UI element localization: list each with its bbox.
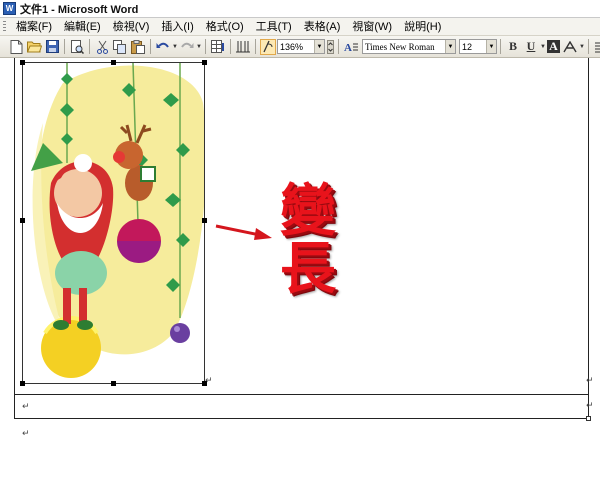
menu-window[interactable]: 視窗(W) bbox=[346, 18, 398, 36]
selection-handle[interactable] bbox=[20, 60, 25, 65]
toolbar-separator bbox=[64, 39, 65, 54]
table-row[interactable] bbox=[14, 394, 589, 419]
zoom-value: 136% bbox=[280, 41, 304, 52]
svg-text:A: A bbox=[344, 42, 352, 53]
word-icon[interactable]: W bbox=[3, 2, 16, 15]
selection-handle[interactable] bbox=[202, 381, 207, 386]
toolbar-separator bbox=[89, 39, 90, 54]
selection-handle[interactable] bbox=[111, 60, 116, 65]
font-size-dropdown-icon[interactable]: ▼ bbox=[486, 40, 496, 53]
title-bar: W 文件1 - Microsoft Word bbox=[0, 0, 600, 18]
font-size-value: 12 bbox=[462, 41, 473, 52]
annotation-text: 變 長 bbox=[276, 183, 340, 303]
cell-end-mark: ↵ bbox=[22, 402, 30, 412]
redo-dropdown-icon[interactable]: ▼ bbox=[196, 44, 202, 50]
toolbar-separator bbox=[338, 39, 339, 54]
show-formatting-icon[interactable] bbox=[260, 38, 276, 55]
menu-table[interactable]: 表格(A) bbox=[298, 18, 347, 36]
menu-format[interactable]: 格式(O) bbox=[200, 18, 250, 36]
paste-icon[interactable] bbox=[130, 39, 146, 55]
selected-picture[interactable] bbox=[22, 62, 205, 384]
undo-dropdown-icon[interactable]: ▼ bbox=[172, 44, 178, 50]
open-folder-icon[interactable] bbox=[26, 39, 42, 55]
menu-help[interactable]: 說明(H) bbox=[398, 18, 447, 36]
row-end-mark: ↵ bbox=[586, 401, 594, 411]
toolbar-separator bbox=[150, 39, 151, 54]
underline-dropdown-icon[interactable]: ▼ bbox=[540, 44, 546, 50]
redo-icon[interactable] bbox=[179, 39, 195, 55]
cut-icon[interactable] bbox=[94, 39, 110, 55]
red-arrow-icon bbox=[215, 224, 272, 240]
print-preview-icon[interactable] bbox=[69, 39, 85, 55]
toolbar-separator bbox=[255, 39, 256, 54]
font-name-value: Times New Roman bbox=[365, 41, 435, 52]
save-icon[interactable] bbox=[44, 39, 60, 55]
toolbar-separator bbox=[500, 39, 501, 54]
character-shading-button[interactable]: A bbox=[547, 39, 560, 53]
menu-file[interactable]: 檔案(F) bbox=[10, 18, 58, 36]
document-area[interactable]: ↵ ↵ ↵ ↵ ↵ 變 長 bbox=[0, 58, 600, 486]
menu-grip-icon[interactable] bbox=[3, 20, 6, 33]
insert-table-icon[interactable] bbox=[210, 39, 226, 55]
font-name-dropdown-icon[interactable]: ▼ bbox=[445, 40, 455, 53]
menu-edit[interactable]: 編輯(E) bbox=[58, 18, 107, 36]
menu-view[interactable]: 檢視(V) bbox=[107, 18, 156, 36]
toolbar: ▼ ▼ 136% ▼ A Times New Roman ▼ 12 ▼ B U … bbox=[0, 36, 600, 58]
zoom-combo[interactable]: 136% ▼ bbox=[277, 39, 325, 54]
menu-tools[interactable]: 工具(T) bbox=[250, 18, 298, 36]
columns-icon[interactable] bbox=[235, 39, 251, 55]
toolbar-options-icon[interactable] bbox=[326, 39, 334, 55]
paragraph-mark: ↵ bbox=[22, 429, 30, 439]
copy-icon[interactable] bbox=[112, 39, 128, 55]
annotation-char: 長 bbox=[280, 237, 336, 302]
selection-handle[interactable] bbox=[20, 218, 25, 223]
font-name-combo[interactable]: Times New Roman ▼ bbox=[362, 39, 456, 54]
text-effects-icon[interactable] bbox=[562, 39, 578, 55]
underline-button[interactable]: U bbox=[523, 39, 539, 55]
selection-handle[interactable] bbox=[202, 60, 207, 65]
window-title: 文件1 - Microsoft Word bbox=[20, 3, 139, 16]
toolbar-separator bbox=[230, 39, 231, 54]
toolbar-separator bbox=[205, 39, 206, 54]
annotation-char: 變 bbox=[280, 179, 336, 244]
font-size-combo[interactable]: 12 ▼ bbox=[459, 39, 497, 54]
new-document-icon[interactable] bbox=[8, 39, 24, 55]
toolbar-separator bbox=[588, 39, 589, 54]
selection-handle[interactable] bbox=[20, 381, 25, 386]
styles-icon[interactable]: A bbox=[343, 39, 359, 55]
row-end-mark: ↵ bbox=[586, 376, 594, 386]
christmas-illustration bbox=[31, 63, 204, 378]
zoom-dropdown-icon[interactable]: ▼ bbox=[314, 40, 324, 53]
undo-icon[interactable] bbox=[155, 39, 171, 55]
text-effects-dropdown-icon[interactable]: ▼ bbox=[579, 44, 585, 50]
selection-handle[interactable] bbox=[111, 381, 116, 386]
menu-insert[interactable]: 插入(I) bbox=[155, 18, 199, 36]
bold-button[interactable]: B bbox=[505, 39, 521, 55]
justify-icon[interactable] bbox=[593, 39, 600, 55]
selection-handle[interactable] bbox=[202, 218, 207, 223]
menu-bar: 檔案(F) 編輯(E) 檢視(V) 插入(I) 格式(O) 工具(T) 表格(A… bbox=[0, 18, 600, 36]
table-resize-handle[interactable] bbox=[586, 416, 591, 421]
